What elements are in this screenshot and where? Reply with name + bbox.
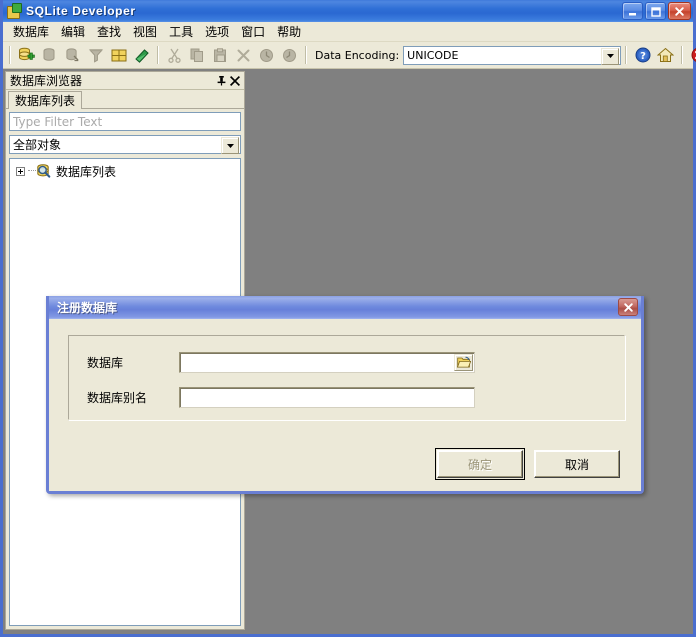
alias-field-row: 数据库别名	[69, 387, 475, 408]
dialog-cancel-button[interactable]: 取消	[534, 450, 620, 478]
main-toolbar: Data Encoding: UNICODE ?	[3, 42, 693, 69]
dialog-cancel-label: 取消	[565, 456, 589, 473]
close-button[interactable]	[668, 2, 691, 20]
table-button[interactable]	[107, 44, 130, 66]
menu-item-window[interactable]: 窗口	[235, 23, 271, 41]
expander-plus-icon[interactable]	[16, 167, 25, 176]
menu-item-help[interactable]: 帮助	[271, 23, 307, 41]
exit-button[interactable]	[687, 44, 696, 66]
svg-text:?: ?	[640, 51, 646, 62]
home-button[interactable]	[654, 44, 677, 66]
database-field-label: 数据库	[69, 354, 179, 371]
database-input[interactable]	[180, 353, 474, 372]
folder-open-icon[interactable]	[454, 354, 473, 371]
alias-input-wrapper[interactable]	[179, 387, 475, 408]
panel-close-icon[interactable]	[228, 74, 242, 88]
panel-title: 数据库浏览器	[10, 72, 214, 89]
database-search-icon	[36, 163, 52, 179]
data-encoding-group: Data Encoding: UNICODE	[315, 46, 621, 65]
filter-input[interactable]	[9, 112, 241, 131]
database-field-row: 数据库	[69, 352, 475, 373]
minimize-button[interactable]	[622, 2, 643, 20]
window-title: SQLite Developer	[26, 4, 136, 18]
chevron-down-icon[interactable]	[221, 137, 239, 154]
object-filter-row: 全部对象	[6, 131, 244, 154]
maximize-button[interactable]	[645, 2, 666, 20]
data-encoding-label: Data Encoding:	[315, 49, 399, 62]
edit-database-button[interactable]	[61, 44, 84, 66]
toolbar-separator	[681, 46, 683, 64]
tree-item-database-list[interactable]: 数据库列表	[10, 162, 240, 180]
sqlite-app-icon	[6, 3, 22, 19]
toolbar-separator	[9, 46, 11, 64]
client-area: 数据库浏览器 数据库列表	[3, 69, 693, 634]
toolbar-separator	[625, 46, 627, 64]
application-window: SQLite Developer 数据库 编辑 查找 视图 工具 选项	[0, 0, 696, 637]
panel-tab-strip: 数据库列表	[6, 90, 244, 109]
filter-row	[6, 109, 244, 131]
pin-icon[interactable]	[214, 74, 228, 88]
window-title-bar: SQLite Developer	[3, 0, 693, 22]
object-type-select[interactable]: 全部对象	[9, 135, 241, 154]
dialog-close-button[interactable]	[618, 298, 638, 316]
panel-header: 数据库浏览器	[6, 72, 244, 90]
tab-label: 数据库列表	[15, 92, 75, 109]
redo-button[interactable]	[278, 44, 301, 66]
disconnect-database-button[interactable]	[38, 44, 61, 66]
data-encoding-select[interactable]: UNICODE	[403, 46, 621, 65]
data-encoding-value: UNICODE	[404, 49, 458, 62]
filter-button[interactable]	[84, 44, 107, 66]
object-type-value: 全部对象	[10, 136, 61, 153]
menu-item-tools[interactable]: 工具	[163, 23, 199, 41]
alias-field-label: 数据库别名	[69, 389, 179, 406]
toolbar-separator	[305, 46, 307, 64]
menu-item-view[interactable]: 视图	[127, 23, 163, 41]
add-database-button[interactable]	[15, 44, 38, 66]
dialog-body: 数据库	[49, 319, 641, 491]
toolbar-separator	[157, 46, 159, 64]
cut-button[interactable]	[163, 44, 186, 66]
chevron-down-icon[interactable]	[601, 48, 619, 65]
delete-button[interactable]	[232, 44, 255, 66]
window-controls	[622, 2, 691, 20]
menu-item-edit[interactable]: 编辑	[55, 23, 91, 41]
menu-item-database[interactable]: 数据库	[7, 23, 55, 41]
dialog-ok-label: 确定	[468, 456, 492, 473]
register-database-dialog: 注册数据库 数据库	[46, 296, 644, 494]
copy-button[interactable]	[186, 44, 209, 66]
dialog-ok-button[interactable]: 确定	[437, 450, 523, 478]
alias-input[interactable]	[180, 388, 474, 407]
tree-connector	[28, 170, 36, 172]
menu-item-find[interactable]: 查找	[91, 23, 127, 41]
eraser-button[interactable]	[130, 44, 153, 66]
tree-item-label: 数据库列表	[56, 163, 116, 180]
undo-button[interactable]	[255, 44, 278, 66]
dialog-title: 注册数据库	[57, 299, 117, 316]
menu-item-options[interactable]: 选项	[199, 23, 235, 41]
help-button[interactable]: ?	[631, 44, 654, 66]
tab-database-list[interactable]: 数据库列表	[8, 91, 82, 109]
menu-bar: 数据库 编辑 查找 视图 工具 选项 窗口 帮助	[3, 22, 693, 42]
paste-button[interactable]	[209, 44, 232, 66]
database-input-wrapper[interactable]	[179, 352, 475, 373]
dialog-group-box: 数据库	[68, 335, 626, 421]
dialog-title-bar: 注册数据库	[49, 296, 641, 319]
